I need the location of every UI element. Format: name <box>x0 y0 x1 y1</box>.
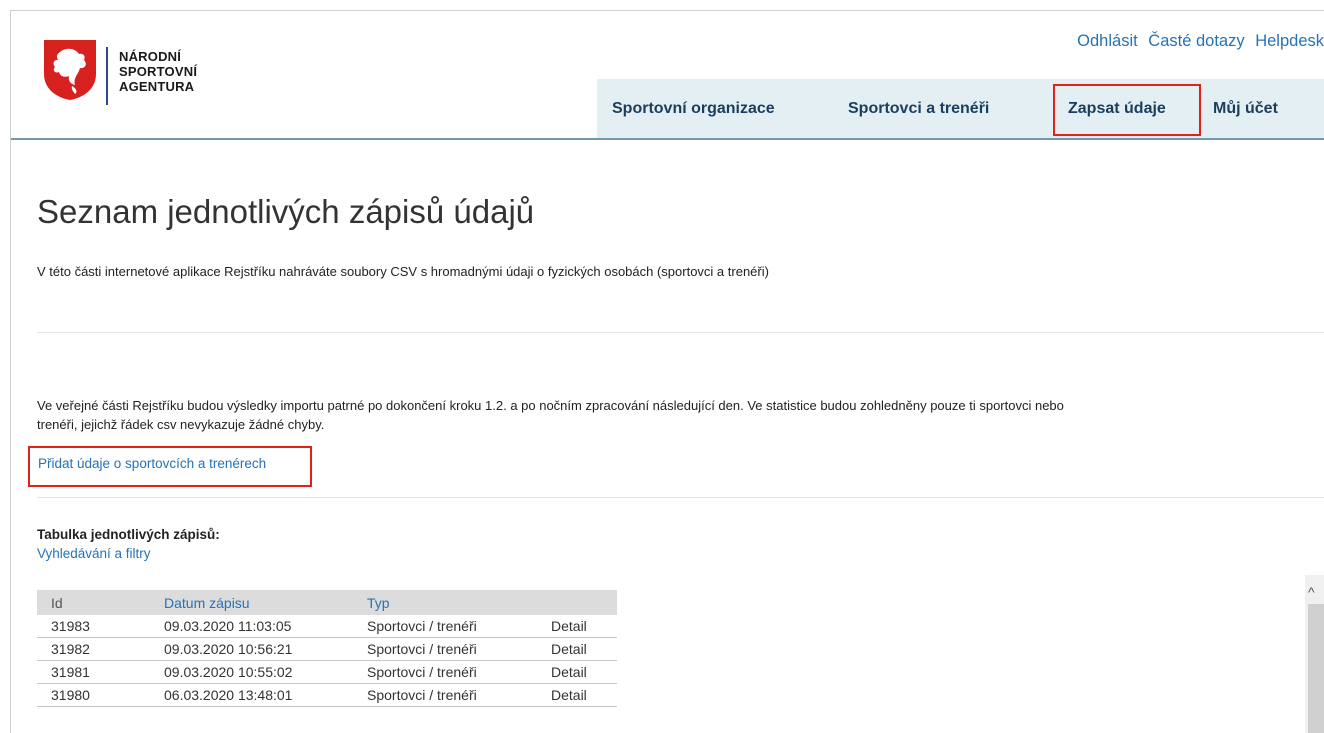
highlight-enter-data <box>1053 84 1201 136</box>
czech-lion-shield-icon <box>44 40 96 100</box>
cell-date: 09.03.2020 10:56:21 <box>164 637 367 661</box>
table-header-row: Id Datum zápisu Typ <box>37 590 617 615</box>
detail-link[interactable]: Detail <box>551 660 617 684</box>
notice-line-1: Ve veřejné části Rejstříku budou výsledk… <box>37 398 1064 413</box>
table-row: 31982 09.03.2020 10:56:21 Sportovci / tr… <box>37 637 617 661</box>
highlight-add-link <box>28 446 312 487</box>
column-header-action <box>551 590 617 615</box>
agency-logo[interactable]: NÁRODNÍ SPORTOVNÍ AGENTURA <box>42 35 242 105</box>
logout-link[interactable]: Odhlásit <box>1077 32 1138 50</box>
chevron-up-icon[interactable]: ^ <box>1308 584 1315 600</box>
detail-link[interactable]: Detail <box>551 637 617 661</box>
table-row: 31981 09.03.2020 10:55:02 Sportovci / tr… <box>37 660 617 684</box>
cell-date: 09.03.2020 11:03:05 <box>164 615 367 638</box>
faq-link[interactable]: Časté dotazy <box>1148 32 1244 50</box>
notice-line-2: trenéři, jejichž řádek csv nevykazuje žá… <box>37 417 325 432</box>
page-title: Seznam jednotlivých zápisů údajů <box>37 193 535 230</box>
table-row: 31980 06.03.2020 13:48:01 Sportovci / tr… <box>37 683 617 707</box>
window-border-left <box>10 10 11 733</box>
nav-item-organizations[interactable]: Sportovní organizace <box>612 79 775 138</box>
scrollbar-thumb[interactable] <box>1308 604 1324 733</box>
cell-type: Sportovci / trenéři <box>367 615 551 638</box>
detail-link[interactable]: Detail <box>551 683 617 707</box>
cell-id: 31981 <box>37 660 164 684</box>
logo-text: NÁRODNÍ SPORTOVNÍ AGENTURA <box>119 49 197 94</box>
logo-line-1: NÁRODNÍ <box>119 49 182 64</box>
window-border-top <box>10 10 1324 11</box>
helpdesk-link[interactable]: Helpdesk <box>1255 32 1324 50</box>
logo-divider <box>106 47 108 105</box>
detail-link[interactable]: Detail <box>551 615 617 638</box>
records-table: Id Datum zápisu Typ 31983 09.03.2020 11:… <box>37 590 617 707</box>
divider <box>37 497 1324 498</box>
divider <box>37 332 1324 333</box>
table-row: 31983 09.03.2020 11:03:05 Sportovci / tr… <box>37 615 617 638</box>
cell-id: 31980 <box>37 683 164 707</box>
cell-date: 09.03.2020 10:55:02 <box>164 660 367 684</box>
cell-type: Sportovci / trenéři <box>367 637 551 661</box>
logo-line-3: AGENTURA <box>119 79 195 94</box>
search-filters-link[interactable]: Vyhledávání a filtry <box>37 546 151 561</box>
cell-date: 06.03.2020 13:48:01 <box>164 683 367 707</box>
import-notice: Ve veřejné části Rejstříku budou výsledk… <box>37 396 1324 434</box>
nav-item-account[interactable]: Můj účet <box>1213 79 1278 138</box>
cell-id: 31983 <box>37 615 164 638</box>
page-intro: V této části internetové aplikace Rejstř… <box>37 264 769 279</box>
column-header-id[interactable]: Id <box>37 590 164 615</box>
main-nav: Sportovní organizace Sportovci a trenéři… <box>597 79 1324 138</box>
cell-type: Sportovci / trenéři <box>367 683 551 707</box>
cell-id: 31982 <box>37 637 164 661</box>
column-header-type[interactable]: Typ <box>367 590 551 615</box>
column-header-date[interactable]: Datum zápisu <box>164 590 367 615</box>
nav-item-athletes[interactable]: Sportovci a trenéři <box>848 79 989 138</box>
header-divider <box>11 138 1324 140</box>
logo-line-2: SPORTOVNÍ <box>119 64 198 79</box>
top-links: Odhlásit Časté dotazy Helpdesk <box>1071 32 1324 51</box>
table-caption: Tabulka jednotlivých zápisů: <box>37 527 220 542</box>
cell-type: Sportovci / trenéři <box>367 660 551 684</box>
